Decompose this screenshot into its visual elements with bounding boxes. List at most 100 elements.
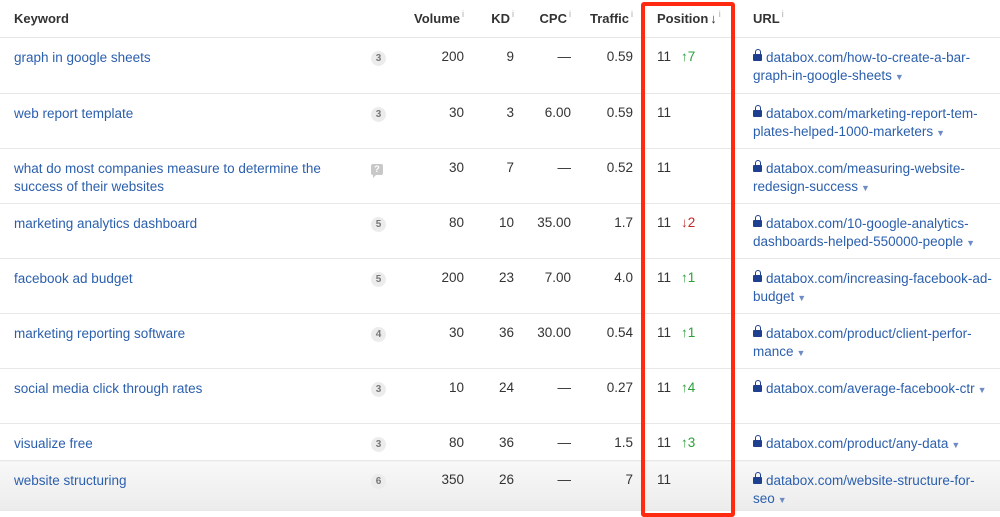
cpc-value: — [524,423,581,461]
url-link[interactable]: databox.com/10-google-analytics-dashboar… [753,216,969,249]
cpc-value: 6.00 [524,93,581,149]
column-cpc[interactable]: CPC i [524,0,581,38]
url-link[interactable]: databox.com/average-facebook-ctr [766,381,975,396]
volume-value: 80 [395,423,474,461]
lock-icon [753,380,762,392]
cpc-value: 30.00 [524,313,581,369]
volume-value: 80 [395,203,474,259]
cpc-value: — [524,368,581,424]
position-change: ↑1 [681,270,696,285]
position-value: 11 [657,215,672,230]
url-link[interactable]: databox.com/increasing-facebook-ad-budge… [753,271,992,304]
dropdown-caret-icon[interactable]: ▼ [797,293,806,303]
info-icon[interactable]: i [512,9,514,19]
position-value: 11 [657,105,672,120]
serp-features-badge[interactable]: 5 [371,272,386,287]
column-serp [370,0,395,38]
kd-value: 3 [474,93,524,149]
column-keyword[interactable]: Keyword [0,0,370,38]
kd-value: 24 [474,368,524,424]
traffic-value: 1.7 [581,203,643,259]
info-icon[interactable]: i [782,9,784,19]
dropdown-caret-icon[interactable]: ▼ [966,238,975,248]
dropdown-caret-icon[interactable]: ▼ [978,385,987,395]
volume-value: 200 [395,37,474,94]
serp-features-badge[interactable]: 3 [371,382,386,397]
url-link[interactable]: databox.com/product/any-data [766,436,948,451]
change-arrow-icon: ↑ [681,380,688,395]
change-arrow-icon: ↑ [681,270,688,285]
column-volume[interactable]: Volume i [395,0,474,38]
keyword-link[interactable]: facebook ad budget [14,270,133,288]
table-row: web report template 3 30 3 6.00 0.59 11 … [0,93,1000,149]
keyword-link[interactable]: what do most companies measure to determ… [14,160,370,196]
cpc-value: 35.00 [524,203,581,259]
info-icon[interactable]: i [569,9,571,19]
lock-icon [753,435,762,447]
dropdown-caret-icon[interactable]: ▼ [861,183,870,193]
volume-value: 350 [395,460,474,511]
change-arrow-icon: ↑ [681,325,688,340]
serp-features-badge[interactable]: 3 [371,51,386,66]
position-change: ↓2 [681,215,696,230]
lock-icon [753,215,762,227]
keyword-link[interactable]: website structuring [14,472,127,490]
traffic-value: 0.52 [581,148,643,204]
dropdown-caret-icon[interactable]: ▼ [951,440,960,450]
traffic-value: 0.59 [581,93,643,149]
column-url[interactable]: URL i [743,0,1000,38]
serp-features-badge[interactable]: 4 [371,327,386,342]
table-row: what do most companies measure to determ… [0,148,1000,204]
dropdown-caret-icon[interactable]: ▼ [778,495,787,505]
keyword-link[interactable]: web report template [14,105,133,123]
keyword-link[interactable]: marketing analytics dashboard [14,215,197,233]
position-value: 11 [657,325,672,340]
kd-value: 10 [474,203,524,259]
keyword-link[interactable]: graph in google sheets [14,49,151,67]
change-arrow-icon: ↑ [681,435,688,450]
position-value: 11 [657,435,672,450]
table-row: facebook ad budget 5 200 23 7.00 4.0 11 ↑… [0,258,1000,314]
serp-features-badge[interactable]: 3 [371,437,386,452]
url-link[interactable]: databox.com/product/client-perfor-mance [753,326,972,359]
change-arrow-icon: ↑ [681,49,688,64]
serp-features-badge[interactable]: ? [371,164,383,178]
kd-value: 36 [474,313,524,369]
url-link[interactable]: databox.com/measuring-website-redesign-s… [753,161,965,194]
table-row: marketing reporting software 4 30 36 30.… [0,313,1000,369]
table-row: website structuring 6 350 26 — 7 11 data… [0,460,1000,511]
info-icon[interactable]: i [719,9,721,19]
table-row: graph in google sheets 3 200 9 — 0.59 11… [0,37,1000,94]
position-value: 11 [657,472,672,487]
position-change: ↑7 [681,49,696,64]
kd-value: 9 [474,37,524,94]
info-icon[interactable]: i [462,9,464,19]
serp-features-badge[interactable]: 3 [371,107,386,122]
volume-value: 10 [395,368,474,424]
traffic-value: 7 [581,460,643,511]
dropdown-caret-icon[interactable]: ▼ [797,348,806,358]
url-link[interactable]: databox.com/how-to-create-a-bar-graph-in… [753,50,970,83]
keyword-link[interactable]: visualize free [14,435,93,453]
sort-desc-icon: ↓ [710,11,717,26]
table-header: Keyword Volume i KD i CPC i Traffic i Positi… [0,0,1000,38]
column-position[interactable]: Position ↓ i [643,0,743,38]
keyword-link[interactable]: marketing reporting software [14,325,185,343]
lock-icon [753,270,762,282]
traffic-value: 0.27 [581,368,643,424]
volume-value: 200 [395,258,474,314]
dropdown-caret-icon[interactable]: ▼ [936,128,945,138]
change-arrow-icon: ↓ [681,215,688,230]
column-traffic[interactable]: Traffic i [581,0,643,38]
lock-icon [753,472,762,484]
keyword-link[interactable]: social media click through rates [14,380,202,398]
traffic-value: 0.54 [581,313,643,369]
lock-icon [753,325,762,337]
column-kd[interactable]: KD i [474,0,524,38]
info-icon[interactable]: i [631,9,633,19]
keywords-table: Keyword Volume i KD i CPC i Traffic i Positi… [0,0,1000,511]
cpc-value: — [524,148,581,204]
serp-features-badge[interactable]: 6 [371,474,386,489]
dropdown-caret-icon[interactable]: ▼ [895,72,904,82]
serp-features-badge[interactable]: 5 [371,217,386,232]
